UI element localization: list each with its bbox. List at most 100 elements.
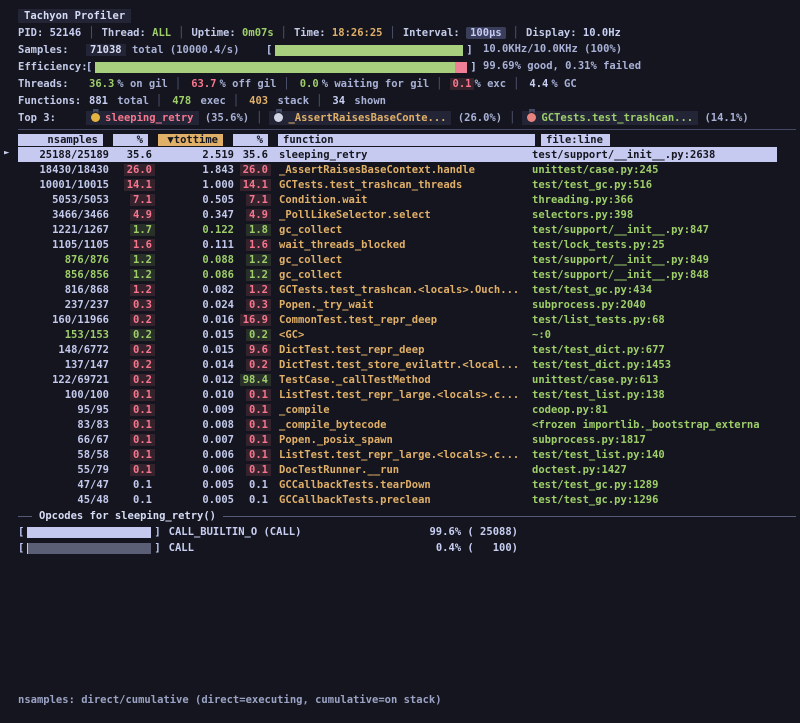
pct-cumulative-cell: 7.1 xyxy=(237,194,271,206)
column-header-file-line[interactable]: file:line xyxy=(541,134,610,146)
table-row[interactable]: ► 10001/10015 14.1 1.000 14.1 GCTests.te… xyxy=(18,177,800,192)
function-name-cell: gc_collect xyxy=(271,254,524,266)
separator: │ xyxy=(171,27,191,39)
opcode-bar-fill xyxy=(27,527,151,538)
opcode-stat: 0.4% ( 100) xyxy=(418,542,518,554)
tottime-cell: 0.505 xyxy=(155,194,237,206)
nsamples-cell: 856/856 xyxy=(18,269,112,281)
function-name-cell: Popen._try_wait xyxy=(271,299,524,311)
function-name-cell: _compile xyxy=(271,404,524,416)
column-header-pct-cumulative[interactable]: % xyxy=(233,134,268,146)
tottime-cell: 0.008 xyxy=(155,419,237,431)
top3-entry[interactable]: │GCTests.test_trashcan... (14.1%) xyxy=(502,111,749,125)
pct-cumulative-cell: 1.6 xyxy=(237,239,271,251)
profiler-app: Tachyon Profiler PID: 52146 │ Thread: AL… xyxy=(0,0,800,723)
table-header: nsamples % ▼tottime % function file:line xyxy=(18,132,800,147)
nsamples-cell: 66/67 xyxy=(18,434,112,446)
opcode-bar xyxy=(27,527,151,538)
samples-rate-text: 10.0KHz/10.0KHz (100%) xyxy=(483,43,622,55)
samples-bar-group: [ ] xyxy=(266,44,473,56)
function-name-cell: gc_collect xyxy=(271,224,524,236)
functions-label: Functions: xyxy=(18,95,86,107)
table-row[interactable]: ► 47/47 0.1 0.005 0.1 GCCallbackTests.te… xyxy=(18,477,800,492)
status-line: PID: 52146 │ Thread: ALL │ Uptime: 0m07s… xyxy=(0,24,800,41)
table-row[interactable]: ► 876/876 1.2 0.088 1.2 gc_collect test/… xyxy=(18,252,800,267)
functions-items: │881 total │478 exec │403 stack │34 show… xyxy=(86,95,386,107)
display-label: Display: xyxy=(526,27,577,39)
table-row[interactable]: ► 137/147 0.2 0.014 0.2 DictTest.test_st… xyxy=(18,357,800,372)
threads-label: Threads: xyxy=(18,78,86,90)
table-row[interactable]: ► 160/11966 0.2 0.016 16.9 CommonTest.te… xyxy=(18,312,800,327)
table-row[interactable]: ► 1221/1267 1.7 0.122 1.8 gc_collect tes… xyxy=(18,222,800,237)
function-table: ► 25188/25189 35.6 2.519 35.6 sleeping_r… xyxy=(0,147,800,507)
opcode-bar xyxy=(27,543,151,554)
function-name-cell: GCCallbackTests.preclean xyxy=(271,494,524,506)
table-row[interactable]: ► 66/67 0.1 0.007 0.1 Popen._posix_spawn… xyxy=(18,432,800,447)
table-row[interactable]: ► 5053/5053 7.1 0.505 7.1 Condition.wait… xyxy=(18,192,800,207)
bracket-open: [ xyxy=(266,44,272,56)
pct-cumulative-cell: 0.1 xyxy=(237,389,271,401)
samples-line: Samples: 71038 total (10000.4/s) [ ] 10.… xyxy=(0,41,800,58)
threads-line: Threads: │36.3% on gil │63.7% off gil │0… xyxy=(0,75,800,92)
pct-direct-cell: 0.2 xyxy=(112,329,155,341)
table-row[interactable]: ► 122/69721 0.2 0.012 98.4 TestCase._cal… xyxy=(18,372,800,387)
tottime-cell: 0.016 xyxy=(155,314,237,326)
table-row[interactable]: ► 153/153 0.2 0.015 0.2 <GC> ~:0 xyxy=(18,327,800,342)
column-header-tottime-sorted[interactable]: ▼tottime xyxy=(158,134,223,146)
thread-stat: │4.4% GC xyxy=(506,78,577,90)
opcode-name: CALL xyxy=(161,542,194,554)
file-line-cell: test/support/__init__.py:849 xyxy=(532,254,709,266)
function-name-cell: DocTestRunner.__run xyxy=(271,464,524,476)
table-row[interactable]: ► 95/95 0.1 0.009 0.1 _compile codeop.py… xyxy=(18,402,800,417)
pct-direct-cell: 1.2 xyxy=(112,254,155,266)
opcodes-section-title: Opcodes for sleeping_retry() xyxy=(32,510,223,522)
column-header-function[interactable]: function xyxy=(278,134,535,146)
table-row[interactable]: ► 148/6772 0.2 0.015 9.6 DictTest.test_r… xyxy=(18,342,800,357)
pct-direct-cell: 1.2 xyxy=(112,269,155,281)
table-row[interactable]: ► 58/58 0.1 0.006 0.1 ListTest.test_repr… xyxy=(18,447,800,462)
function-name-cell: ListTest.test_repr_large.<locals>.c... xyxy=(271,449,524,461)
table-row[interactable]: ► 25188/25189 35.6 2.519 35.6 sleeping_r… xyxy=(18,147,777,162)
table-row[interactable]: ► 3466/3466 4.9 0.347 4.9 _PollLikeSelec… xyxy=(18,207,800,222)
table-row[interactable]: ► 816/868 1.2 0.082 1.2 GCTests.test_tra… xyxy=(18,282,800,297)
column-header-pct-direct[interactable]: % xyxy=(113,134,148,146)
samples-suffix: total (10000.4/s) xyxy=(132,44,239,56)
nsamples-cell: 58/58 xyxy=(18,449,112,461)
pct-cumulative-cell: 1.2 xyxy=(237,254,271,266)
table-row[interactable]: ► 18430/18430 26.0 1.843 26.0 _AssertRai… xyxy=(18,162,800,177)
top3-entry[interactable]: │_AssertRaisesBaseConte... (26.0%) xyxy=(249,111,502,125)
efficiency-bad-segment xyxy=(455,62,467,73)
table-row[interactable]: ► 237/237 0.3 0.024 0.3 Popen._try_wait … xyxy=(18,297,800,312)
table-row[interactable]: ► 45/48 0.1 0.005 0.1 GCCallbackTests.pr… xyxy=(18,492,800,507)
interval-label: Interval: xyxy=(403,27,460,39)
pct-cumulative-cell: 26.0 xyxy=(237,164,271,176)
table-row[interactable]: ► 1105/1105 1.6 0.111 1.6 wait_threads_b… xyxy=(18,237,800,252)
thread-stat-label: % off gil xyxy=(220,78,277,90)
file-line-cell: test/test_dict.py:1453 xyxy=(532,359,671,371)
top3-items: │sleeping_retry (35.6%) │_AssertRaisesBa… xyxy=(86,111,749,125)
pct-cumulative-cell: 98.4 xyxy=(237,374,271,386)
table-row[interactable]: ► 55/79 0.1 0.006 0.1 DocTestRunner.__ru… xyxy=(18,462,800,477)
efficiency-text: 99.69% good, 0.31% failed xyxy=(483,60,641,72)
pct-direct-cell: 0.1 xyxy=(112,434,155,446)
pct-cumulative-cell: 0.1 xyxy=(237,404,271,416)
pct-direct-cell: 0.1 xyxy=(112,479,155,491)
column-header-nsamples[interactable]: nsamples xyxy=(18,134,103,146)
function-name-cell: gc_collect xyxy=(271,269,524,281)
function-stat-label: total xyxy=(117,95,149,107)
function-name-cell: Popen._posix_spawn xyxy=(271,434,524,446)
top3-function-name: _AssertRaisesBaseConte... xyxy=(288,112,446,124)
function-name-cell: DictTest.test_repr_deep xyxy=(271,344,524,356)
tottime-cell: 1.843 xyxy=(155,164,237,176)
thread-value[interactable]: ALL xyxy=(152,27,171,39)
pct-direct-cell: 7.1 xyxy=(112,194,155,206)
medal-icon xyxy=(527,113,536,122)
function-name-cell: GCCallbackTests.tearDown xyxy=(271,479,524,491)
table-row[interactable]: ► 100/100 0.1 0.010 0.1 ListTest.test_re… xyxy=(18,387,800,402)
top3-label: Top 3: xyxy=(18,112,86,124)
table-row[interactable]: ► 83/83 0.1 0.008 0.1 _compile_bytecode … xyxy=(18,417,800,432)
pct-cumulative-cell: 0.1 xyxy=(237,449,271,461)
table-row[interactable]: ► 856/856 1.2 0.086 1.2 gc_collect test/… xyxy=(18,267,800,282)
top3-entry[interactable]: │sleeping_retry (35.6%) xyxy=(86,111,249,125)
pct-cumulative-cell: 0.1 xyxy=(237,494,271,506)
